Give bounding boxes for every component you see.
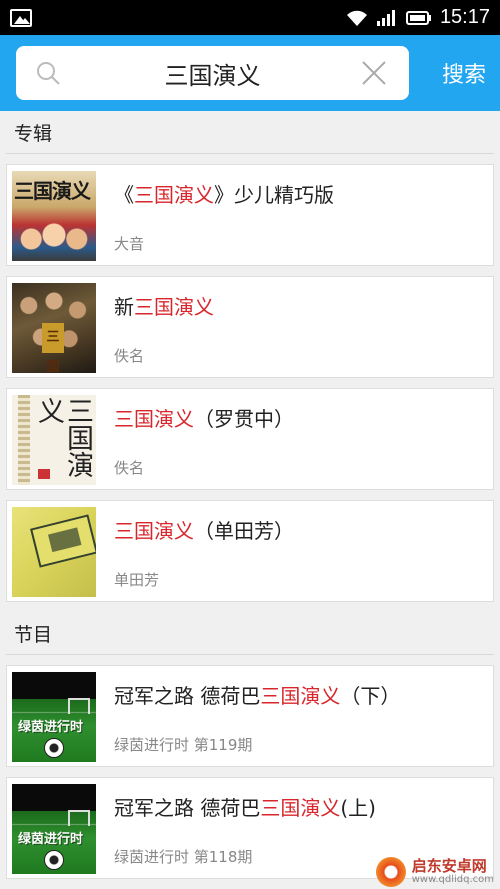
cover-title: 三国 <box>42 323 64 373</box>
program-cover: 绿茵进行时 <box>12 784 96 874</box>
program-item[interactable]: 绿茵进行时 冠军之路 德荷巴三国演义（下） 绿茵进行时 第119期 <box>6 665 494 767</box>
cover-title: 绿茵进行时 <box>18 832 84 847</box>
wifi-icon <box>346 9 368 27</box>
program-cover: 绿茵进行时 <box>12 672 96 762</box>
status-bar: 15:17 <box>0 0 500 35</box>
album-item[interactable]: 三国演义 三国演义（罗贯中） 佚名 <box>6 388 494 490</box>
album-item[interactable]: 三国演义 《三国演义》少儿精巧版 大音 <box>6 164 494 266</box>
cover-title: 三国演义 <box>14 179 91 203</box>
album-author: 单田芳 <box>114 571 160 589</box>
section-header-programs: 节目 <box>14 623 53 646</box>
search-button[interactable]: 搜索 <box>442 57 490 89</box>
clear-icon[interactable] <box>361 60 387 90</box>
battery-icon <box>405 10 432 26</box>
album-title: 新三国演义 <box>114 295 214 319</box>
program-title: 冠军之路 德荷巴三国演义(上) <box>114 796 376 820</box>
album-item[interactable]: 三国演义（单田芳） 单田芳 <box>6 500 494 602</box>
album-list: 三国演义 《三国演义》少儿精巧版 大音 三国 新三国演义 佚名 三国演义 三国演… <box>0 164 500 602</box>
watermark-name: 启东安卓网 <box>411 857 487 875</box>
gallery-icon <box>10 8 32 27</box>
divider <box>6 153 494 154</box>
watermark-url: www.qdlidq.com <box>411 874 494 885</box>
watermark-logo-icon <box>375 857 406 887</box>
section-header-albums: 专辑 <box>14 122 53 145</box>
signal-icon <box>376 9 398 27</box>
search-input[interactable] <box>16 46 409 100</box>
album-title: 《三国演义》少儿精巧版 <box>114 183 334 207</box>
search-box[interactable] <box>16 46 409 100</box>
divider <box>6 654 494 655</box>
album-cover <box>12 507 96 597</box>
program-title: 冠军之路 德荷巴三国演义（下） <box>114 684 401 708</box>
album-title: 三国演义（单田芳） <box>114 519 294 543</box>
cover-title: 三国演义 <box>33 397 93 478</box>
cover-title: 绿茵进行时 <box>18 720 84 735</box>
program-subtitle: 绿茵进行时 第118期 <box>114 848 253 866</box>
status-clock: 15:17 <box>439 6 490 28</box>
watermark: 启东安卓网 www.qdlidq.com <box>375 857 494 887</box>
soccer-ball-icon <box>44 850 64 870</box>
album-author: 大音 <box>114 235 145 253</box>
search-header: 搜索 <box>0 35 500 111</box>
program-list: 绿茵进行时 冠军之路 德荷巴三国演义（下） 绿茵进行时 第119期 绿茵进行时 … <box>0 665 500 879</box>
album-cover: 三国演义 <box>12 171 96 261</box>
album-cover: 三国 <box>12 283 96 373</box>
search-icon <box>36 61 60 89</box>
album-title: 三国演义（罗贯中） <box>114 407 294 431</box>
program-subtitle: 绿茵进行时 第119期 <box>114 736 253 754</box>
album-cover: 三国演义 <box>12 395 96 485</box>
soccer-ball-icon <box>44 738 64 758</box>
album-item[interactable]: 三国 新三国演义 佚名 <box>6 276 494 378</box>
album-author: 佚名 <box>114 347 145 365</box>
album-author: 佚名 <box>114 459 145 477</box>
